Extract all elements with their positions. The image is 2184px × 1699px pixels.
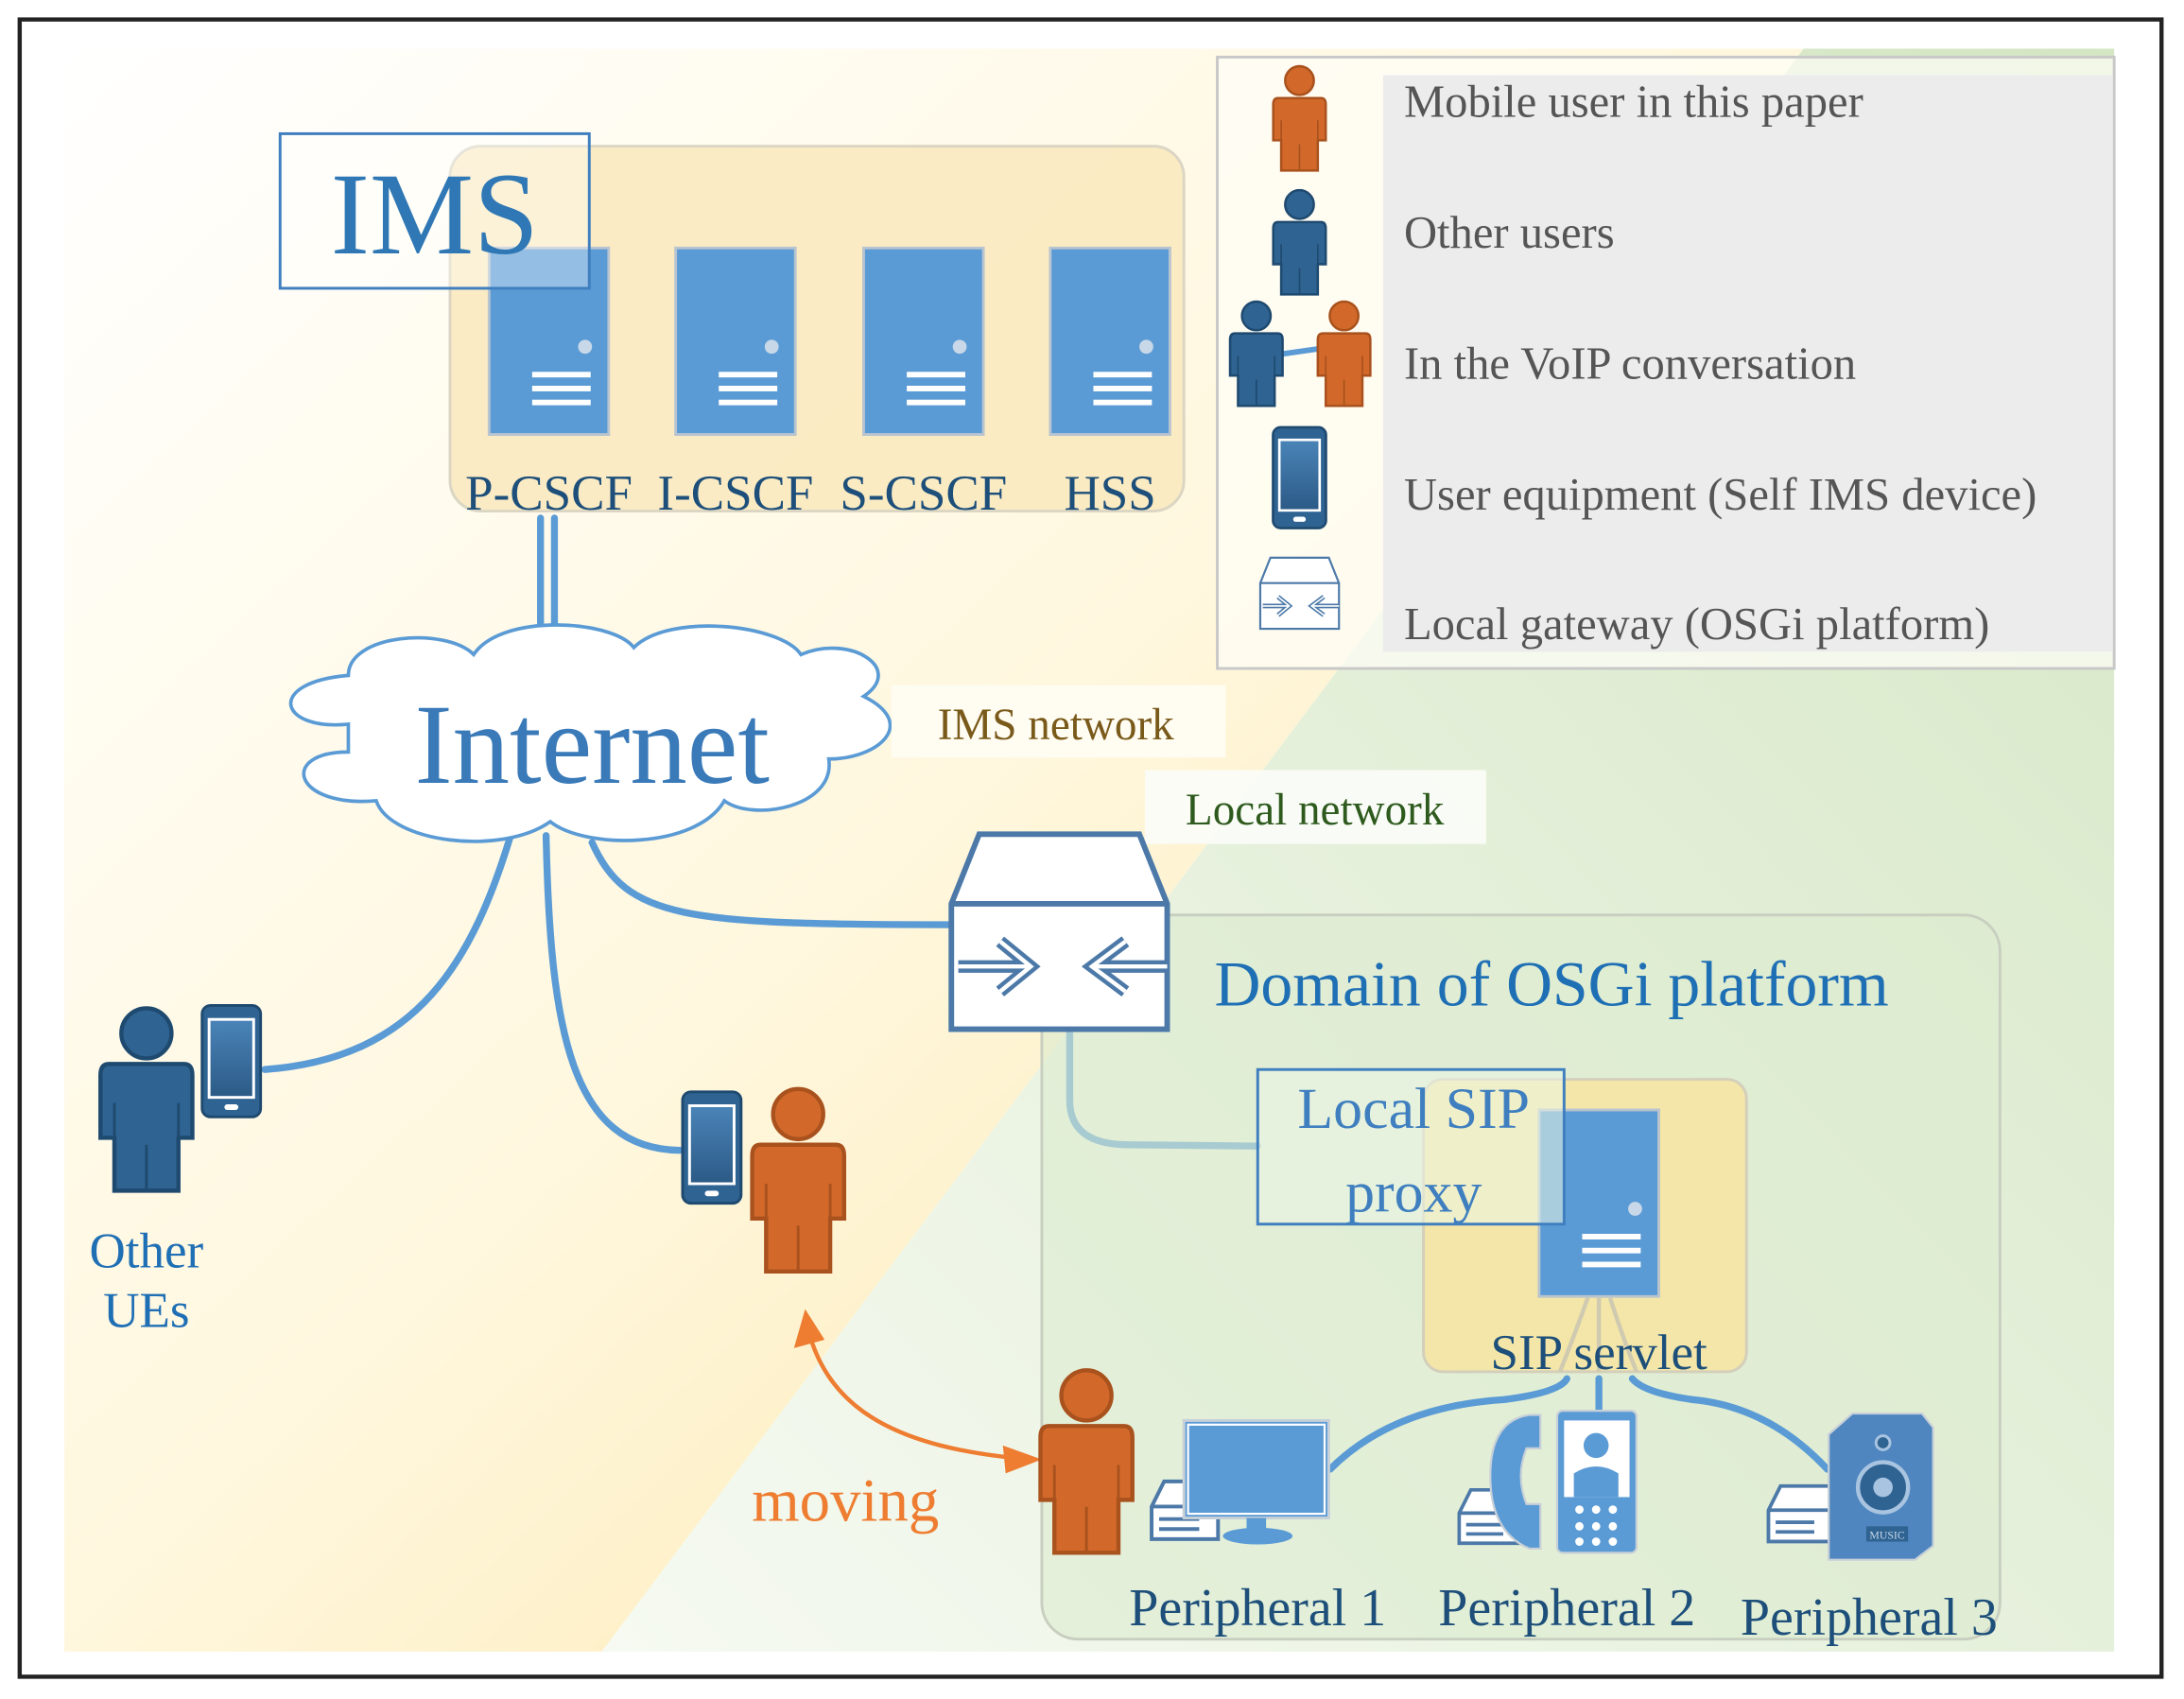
moving-label: moving <box>752 1466 939 1534</box>
legend: Mobile user in this paper Other users In… <box>1216 55 2116 670</box>
peripheral-3-label: Peripheral 3 <box>1741 1588 1998 1647</box>
legend-label-voip: In the VoIP conversation <box>1404 338 1856 390</box>
osgi-domain-title: Domain of OSGi platform <box>1214 948 1888 1019</box>
other-user-phone-icon <box>200 1003 263 1118</box>
hss-server-icon <box>1049 246 1171 437</box>
other-ues-label-line1: Other <box>90 1223 204 1278</box>
ims-network-label: IMS network <box>938 701 1174 750</box>
s-cscf-label: S-CSCF <box>840 466 1007 521</box>
peripheral-1-label: Peripheral 1 <box>1129 1579 1386 1638</box>
local-sip-proxy-label-line2: proxy <box>1345 1160 1482 1224</box>
local-sip-proxy-label-line1: Local SIP <box>1297 1077 1530 1141</box>
i-cscf-server-icon <box>674 246 797 437</box>
legend-label-mobile-user: Mobile user in this paper <box>1404 77 1863 128</box>
hss-label: HSS <box>1065 466 1156 521</box>
p-cscf-label: P-CSCF <box>465 466 633 521</box>
sip-servlet-label: SIP servlet <box>1491 1326 1707 1380</box>
local-gateway-icon <box>951 834 1167 1029</box>
mobile-user-phone-icon <box>681 1090 743 1205</box>
legend-label-local-gateway: Local gateway (OSGi platform) <box>1404 598 1989 650</box>
other-ues-label-line2: UEs <box>103 1284 189 1339</box>
legend-label-other-users: Other users <box>1404 207 1615 258</box>
i-cscf-label: I-CSCF <box>657 466 813 521</box>
legend-gateway-icon <box>1260 558 1339 629</box>
s-cscf-server-icon <box>861 246 985 437</box>
speaker-badge-text: MUSIC <box>1869 1530 1904 1542</box>
peripheral-2-label: Peripheral 2 <box>1438 1579 1695 1638</box>
ims-title: IMS <box>331 149 539 279</box>
legend-label-user-equipment: User equipment (Self IMS device) <box>1404 469 2037 520</box>
internet-label: Internet <box>414 682 770 808</box>
legend-smartphone-icon <box>1272 425 1327 529</box>
local-network-label: Local network <box>1186 786 1445 835</box>
ims-osgi-architecture-diagram: IMS P-CSCF I-CSCF S-CSCF HSS Internet IM… <box>0 0 2184 1699</box>
